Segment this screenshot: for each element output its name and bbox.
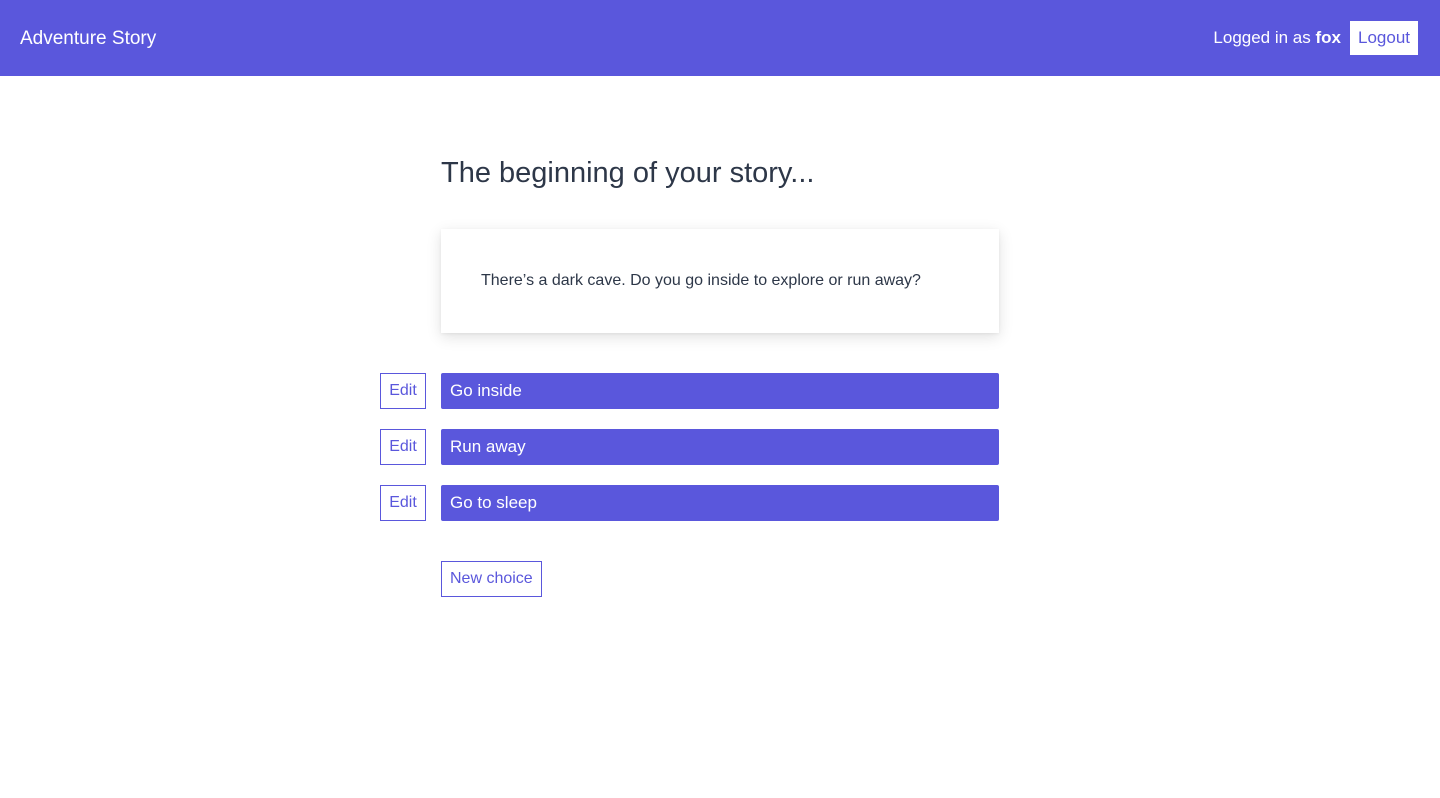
logout-button[interactable]: Logout	[1350, 21, 1418, 55]
new-choice-button[interactable]: New choice	[441, 561, 542, 597]
choice-button-go-to-sleep[interactable]: Go to sleep	[441, 485, 999, 521]
edit-choice-button[interactable]: Edit	[380, 429, 426, 465]
brand-link[interactable]: Adventure Story	[20, 27, 156, 51]
story-text: There’s a dark cave. Do you go inside to…	[481, 272, 921, 289]
choice-row: Edit Go to sleep	[380, 485, 1000, 521]
page-title: The beginning of your story...	[441, 157, 815, 189]
edit-choice-button[interactable]: Edit	[380, 373, 426, 409]
choice-button-go-inside[interactable]: Go inside	[441, 373, 999, 409]
choice-button-run-away[interactable]: Run away	[441, 429, 999, 465]
choice-row: Edit Run away	[380, 429, 1000, 465]
edit-choice-button[interactable]: Edit	[380, 485, 426, 521]
choice-row: Edit Go inside	[380, 373, 1000, 409]
username: fox	[1315, 28, 1342, 47]
logged-in-prefix: Logged in as	[1213, 28, 1316, 47]
logged-in-status: Logged in as fox	[1213, 28, 1341, 48]
top-navbar: Adventure Story Logged in as fox Logout	[0, 0, 1440, 76]
story-card: There’s a dark cave. Do you go inside to…	[441, 229, 999, 333]
user-area: Logged in as fox Logout	[1213, 21, 1418, 55]
